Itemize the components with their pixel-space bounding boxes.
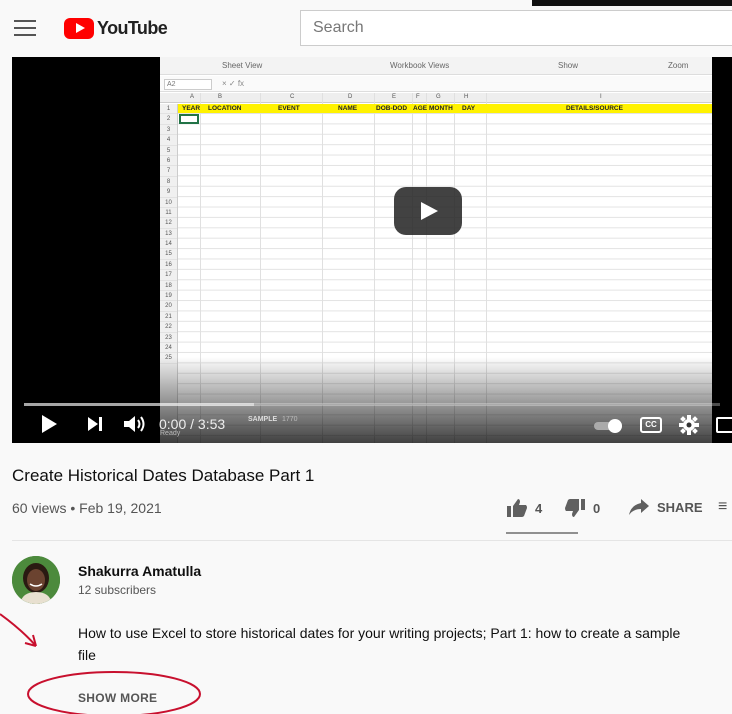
- row-number: 17: [160, 270, 177, 281]
- row-number: 15: [160, 249, 177, 260]
- col-letter: I: [600, 94, 602, 100]
- ribbon-group-label: Zoom: [668, 61, 689, 70]
- row-number: 8: [160, 177, 177, 188]
- row-number: 22: [160, 322, 177, 333]
- dislike-count: 0: [593, 500, 601, 516]
- row-number: 7: [160, 166, 177, 177]
- row-number: 6: [160, 156, 177, 167]
- progress-bar[interactable]: [24, 403, 720, 406]
- col-letter: A: [190, 94, 195, 100]
- row-number: 19: [160, 291, 177, 302]
- col-letter: H: [464, 94, 469, 100]
- channel-name[interactable]: Shakurra Amatulla: [78, 563, 201, 579]
- time-display: 0:00 / 3:53: [159, 416, 226, 432]
- column-headers: A B C D E F G H I: [160, 93, 712, 103]
- annotation-arrow: [0, 613, 37, 647]
- arrowhead-icon: [24, 634, 37, 647]
- sheet-tab: SAMPLE: [248, 416, 278, 423]
- row-number: 11: [160, 208, 177, 219]
- col-letter: G: [436, 94, 441, 100]
- row-number: 12: [160, 218, 177, 229]
- row-number: 21: [160, 312, 177, 323]
- thumbs-down-icon: [565, 499, 585, 517]
- row-number: 5: [160, 146, 177, 156]
- more-actions-icon[interactable]: ≡: [718, 498, 727, 516]
- header-cell: YEAR: [182, 105, 201, 112]
- video-title: Create Historical Dates Database Part 1: [12, 466, 315, 485]
- ribbon-group-label: Workbook Views: [390, 61, 450, 70]
- header-cell: DETAILS/SOURCE: [566, 105, 623, 112]
- video-player[interactable]: Sheet View Workbook Views Show Zoom A2 ×…: [12, 57, 732, 443]
- show-more-button[interactable]: SHOW MORE: [78, 691, 157, 705]
- header-cell: DAY: [462, 105, 476, 112]
- large-play-button[interactable]: [394, 187, 462, 235]
- share-label: SHARE: [657, 499, 703, 515]
- header-cell: LOCATION: [208, 105, 242, 112]
- ribbon-group-label: Show: [558, 61, 579, 70]
- ribbon-group-label: Sheet View: [222, 61, 263, 70]
- next-icon[interactable]: [88, 417, 104, 431]
- header-cell: DOB-DOD: [376, 105, 408, 112]
- row-number: 4: [160, 135, 177, 146]
- volume-icon[interactable]: [122, 414, 148, 434]
- avatar[interactable]: [12, 556, 60, 604]
- fx-icon: × ✓ fx: [222, 79, 245, 88]
- row-number: 23: [160, 333, 177, 343]
- name-box: A2: [164, 79, 212, 90]
- like-button[interactable]: 4: [506, 498, 542, 518]
- excel-ribbon: Sheet View Workbook Views Show Zoom: [160, 57, 712, 75]
- logo-wordmark: YouTube: [97, 17, 168, 38]
- buffered-bar: [24, 403, 254, 406]
- row-number: 14: [160, 239, 177, 250]
- masthead: YouTube Search: [0, 0, 732, 54]
- play-icon[interactable]: [42, 415, 57, 433]
- dislike-button[interactable]: 0: [564, 498, 600, 518]
- youtube-logo[interactable]: YouTube: [64, 17, 168, 39]
- header-cell: AGE: [413, 105, 428, 112]
- header-row: YEAR LOCATION EVENT NAME DOB-DOD AGE MON…: [178, 104, 712, 113]
- youtube-play-icon: [64, 17, 94, 39]
- header-cell: EVENT: [278, 105, 300, 112]
- autoplay-toggle[interactable]: [594, 419, 628, 433]
- share-icon: [629, 499, 649, 515]
- formula-bar: A2 × ✓ fx: [160, 76, 712, 92]
- menu-icon[interactable]: [14, 20, 36, 36]
- top-edge-bar: [532, 0, 732, 6]
- col-letter: C: [290, 94, 295, 100]
- autoplay-knob: [608, 419, 622, 433]
- gear-icon[interactable]: [678, 414, 700, 436]
- video-description: How to use Excel to store historical dat…: [78, 625, 681, 663]
- view-count-date: 60 views • Feb 19, 2021: [12, 500, 162, 516]
- miniplayer-icon[interactable]: [716, 417, 732, 433]
- header-cell: MONTH: [429, 105, 453, 112]
- row-number: 2: [160, 114, 177, 125]
- sentiment-bar: [506, 532, 578, 534]
- captions-button[interactable]: CC: [640, 417, 662, 433]
- row-number: 13: [160, 229, 177, 240]
- subscriber-count: 12 subscribers: [78, 583, 157, 597]
- share-button[interactable]: SHARE: [628, 498, 703, 516]
- col-letter: E: [392, 94, 397, 100]
- row-number: 9: [160, 187, 177, 198]
- divider: [12, 540, 732, 541]
- search-input[interactable]: Search: [300, 10, 732, 46]
- col-letter: B: [218, 94, 223, 100]
- row-number: 18: [160, 281, 177, 292]
- row-number: 24: [160, 343, 177, 354]
- row-number: 16: [160, 260, 177, 271]
- col-letter: D: [348, 94, 353, 100]
- like-count: 4: [535, 500, 543, 516]
- col-letter: F: [416, 94, 420, 100]
- row-number: 1: [160, 104, 177, 115]
- thumbs-up-icon: [507, 499, 527, 517]
- header-cell: NAME: [338, 105, 358, 112]
- status-number: 1770: [282, 416, 298, 423]
- row-number: 3: [160, 125, 177, 136]
- youtube-page: YouTube Search Sheet View Workbook Views…: [0, 0, 732, 714]
- selected-cell: [179, 114, 199, 124]
- row-number: 10: [160, 198, 177, 208]
- row-number: 20: [160, 301, 177, 312]
